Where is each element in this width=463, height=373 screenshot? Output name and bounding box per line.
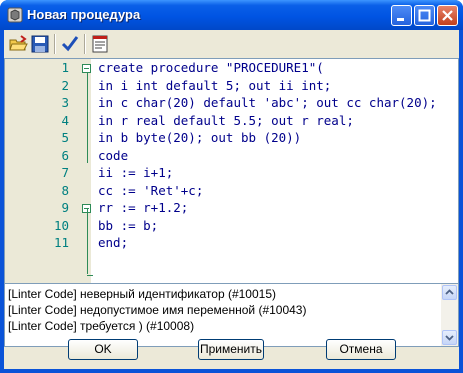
line-number: 5	[61, 130, 69, 145]
maximize-button[interactable]	[414, 5, 435, 26]
apply-button[interactable]: Применить	[198, 339, 264, 360]
message-item[interactable]: [Linter Code] требуется ) (#10008)	[8, 319, 194, 333]
code-line: 7 ii := i+1;	[5, 165, 458, 183]
close-icon	[442, 10, 453, 21]
message-item[interactable]: [Linter Code] неверный идентификатор (#1…	[8, 287, 276, 301]
code-line: 9 rr := r+1.2;	[5, 200, 458, 218]
code-line: 1 create procedure "PROCEDURE1"(	[5, 60, 458, 78]
line-number: 6	[61, 147, 69, 163]
line-number: 8	[61, 182, 69, 198]
maximize-icon	[418, 9, 431, 22]
properties-icon[interactable]	[90, 34, 110, 54]
window-title: Новая процедура	[27, 7, 141, 22]
messages-scrollbar[interactable]	[441, 284, 458, 346]
toolbar-separator	[54, 34, 56, 54]
line-number: 3	[61, 95, 69, 110]
code-line: 3 in c char(20) default 'abc'; out cc ch…	[5, 95, 458, 113]
line-number: 2	[61, 77, 69, 93]
client-area: 1 create procedure "PROCEDURE1"( 2 in i …	[4, 30, 459, 369]
line-number: 9	[61, 200, 69, 215]
code-text: code	[98, 147, 129, 163]
procedure-window: Новая процедура 1 create procedure "PROC…	[0, 0, 463, 373]
line-number: 4	[61, 112, 69, 128]
app-icon	[7, 7, 23, 23]
scroll-down-button[interactable]	[442, 330, 457, 345]
code-text: in b byte(20); out bb (20))	[98, 130, 302, 145]
code-line: 6 code	[5, 147, 458, 166]
code-line: 5 in b byte(20); out bb (20))	[5, 130, 458, 148]
code-text: in r real default 5.5; out r real;	[98, 112, 354, 128]
code-line: 10 bb := b;	[5, 217, 458, 236]
minimize-icon	[397, 18, 404, 21]
close-button[interactable]	[437, 5, 458, 26]
cancel-button[interactable]: Отмена	[326, 339, 396, 360]
ok-button[interactable]: OK	[68, 339, 138, 360]
open-icon[interactable]	[8, 34, 28, 54]
messages-panel[interactable]: [Linter Code] неверный идентификатор (#1…	[4, 283, 459, 347]
scroll-up-button[interactable]	[442, 285, 457, 300]
chevron-up-icon	[445, 289, 454, 295]
code-text: in i int default 5; out ii int;	[98, 77, 332, 93]
chevron-down-icon	[445, 335, 454, 341]
line-number: 1	[61, 60, 69, 75]
save-icon[interactable]	[30, 34, 50, 54]
code-line: 2 in i int default 5; out ii int;	[5, 77, 458, 96]
check-icon[interactable]	[60, 34, 80, 54]
line-number: 11	[53, 235, 69, 250]
line-number: 7	[61, 165, 69, 180]
toolbar	[4, 30, 459, 58]
toolbar-separator	[84, 34, 86, 54]
code-text: end;	[98, 235, 129, 250]
minimize-button[interactable]	[391, 5, 412, 26]
code-line: 4 in r real default 5.5; out r real;	[5, 112, 458, 131]
code-text: in c char(20) default 'abc'; out cc char…	[98, 95, 437, 110]
code-text: create procedure "PROCEDURE1"(	[98, 60, 324, 75]
code-line: 11 end;	[5, 235, 458, 253]
fold-end-marker	[87, 275, 93, 276]
code-text: cc := 'Ret'+c;	[98, 182, 204, 198]
code-text: bb := b;	[98, 217, 159, 233]
code-line: 8 cc := 'Ret'+c;	[5, 182, 458, 201]
line-number: 10	[53, 217, 69, 233]
code-text: ii := i+1;	[98, 165, 174, 180]
title-bar[interactable]: Новая процедура	[0, 0, 463, 30]
code-editor[interactable]: 1 create procedure "PROCEDURE1"( 2 in i …	[4, 58, 459, 300]
code-text: rr := r+1.2;	[98, 200, 189, 215]
message-item[interactable]: [Linter Code] недопустимое имя переменно…	[8, 303, 306, 317]
